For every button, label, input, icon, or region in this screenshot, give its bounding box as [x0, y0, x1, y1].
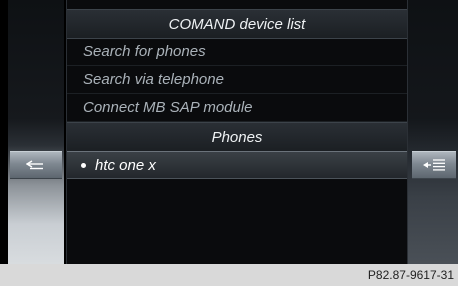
- phones-header: Phones: [67, 122, 407, 152]
- menu-item-connect-sap[interactable]: Connect MB SAP module: [67, 94, 407, 122]
- menu-item-label: Search for phones: [83, 43, 206, 60]
- back-button[interactable]: [10, 151, 62, 179]
- menu-item-search-phones[interactable]: Search for phones: [67, 38, 407, 66]
- right-side-panel: [408, 0, 458, 264]
- comand-screen: COMAND device list Search for phones Sea…: [0, 0, 458, 264]
- phone-item-label: htc one x: [95, 156, 156, 174]
- phone-item[interactable]: htc one x: [67, 151, 407, 179]
- device-list-title: COMAND device list: [168, 15, 306, 33]
- left-side-panel: [8, 0, 64, 264]
- options-list-icon: [423, 159, 445, 171]
- phones-title: Phones: [211, 128, 263, 146]
- device-list-header: COMAND device list: [67, 9, 407, 39]
- device-list-panel: COMAND device list Search for phones Sea…: [66, 0, 408, 264]
- menu-item-search-via-telephone[interactable]: Search via telephone: [67, 66, 407, 94]
- figure-code: P82.87-9617-31: [367, 268, 454, 282]
- menu-item-label: Search via telephone: [83, 71, 224, 88]
- options-button[interactable]: [412, 151, 456, 179]
- figure-footer: P82.87-9617-31: [0, 264, 458, 286]
- selected-bullet-icon: [81, 162, 86, 168]
- back-icon: [26, 160, 43, 170]
- menu-item-label: Connect MB SAP module: [83, 99, 253, 116]
